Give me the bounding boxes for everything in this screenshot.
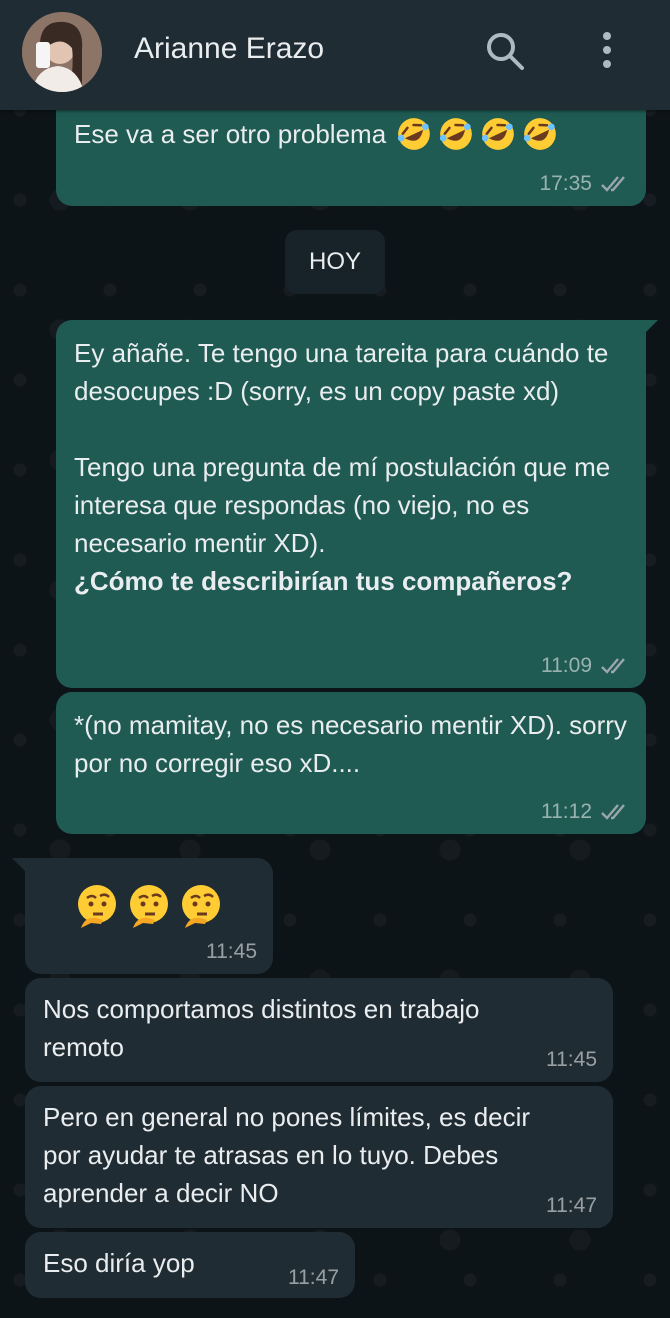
message-text: Pero en general no pones límites, es dec… bbox=[43, 1102, 531, 1208]
message-bubble-incoming[interactable]: Eso diría yop 11:47 bbox=[25, 1232, 355, 1298]
thinking-face-icon bbox=[130, 885, 168, 928]
message-meta: 11:45 bbox=[546, 1048, 597, 1072]
rofl-emoji-icon bbox=[482, 118, 514, 150]
message-time: 11:47 bbox=[546, 1194, 597, 1217]
message-meta: 11:12 bbox=[541, 800, 630, 824]
message-time: 11:12 bbox=[541, 800, 592, 823]
thinking-emoji-group bbox=[73, 882, 225, 930]
message-text: *(no mamitay, no es necesario mentir XD)… bbox=[74, 710, 627, 778]
message-meta: 11:47 bbox=[288, 1266, 339, 1290]
message-time: 17:35 bbox=[539, 172, 592, 195]
message-bubble-outgoing[interactable]: Ey añañe. Te tengo una tareita para cuán… bbox=[56, 320, 646, 688]
rofl-emoji-icon bbox=[398, 118, 430, 150]
message-time: 11:09 bbox=[541, 654, 592, 677]
message-meta: 17:35 bbox=[539, 172, 630, 196]
bubble-tail bbox=[12, 858, 26, 872]
message-meta: 11:45 bbox=[206, 940, 257, 964]
contact-name[interactable]: Arianne Erazo bbox=[134, 32, 324, 66]
rofl-emoji-icon bbox=[440, 118, 472, 150]
chat-header: Arianne Erazo bbox=[0, 0, 670, 110]
double-check-icon bbox=[601, 176, 625, 192]
double-check-icon bbox=[601, 658, 625, 674]
message-text: Eso diría yop bbox=[43, 1248, 195, 1278]
day-divider: HOY bbox=[285, 230, 385, 294]
bubble-tail bbox=[644, 320, 658, 334]
message-bubble-incoming[interactable]: Nos comportamos distintos en trabajo rem… bbox=[25, 978, 613, 1082]
contact-avatar[interactable] bbox=[22, 12, 102, 92]
thinking-face-icon bbox=[78, 885, 116, 928]
message-meta: 11:47 bbox=[546, 1194, 597, 1218]
message-meta: 11:09 bbox=[541, 654, 630, 678]
rofl-emoji-icon bbox=[524, 118, 556, 150]
double-check-icon bbox=[601, 804, 625, 820]
thinking-face-icon bbox=[182, 885, 220, 928]
message-text-bold: ¿Cómo te describirían tus compañeros? bbox=[74, 566, 573, 596]
laughing-emoji-group bbox=[394, 114, 560, 154]
message-bubble-incoming[interactable]: 11:45 bbox=[25, 858, 273, 974]
message-text: Ese va a ser otro problema bbox=[74, 119, 387, 149]
message-bubble-outgoing[interactable]: *(no mamitay, no es necesario mentir XD)… bbox=[56, 692, 646, 834]
more-vertical-icon[interactable] bbox=[586, 28, 632, 74]
message-text: Ey añañe. Te tengo una tareita para cuán… bbox=[74, 338, 611, 558]
message-text: Nos comportamos distintos en trabajo rem… bbox=[43, 994, 480, 1062]
message-bubble-incoming[interactable]: Pero en general no pones límites, es dec… bbox=[25, 1086, 613, 1228]
message-time: 11:47 bbox=[288, 1266, 339, 1289]
message-time: 11:45 bbox=[546, 1048, 597, 1071]
search-icon[interactable] bbox=[482, 28, 528, 74]
message-time: 11:45 bbox=[206, 940, 257, 963]
